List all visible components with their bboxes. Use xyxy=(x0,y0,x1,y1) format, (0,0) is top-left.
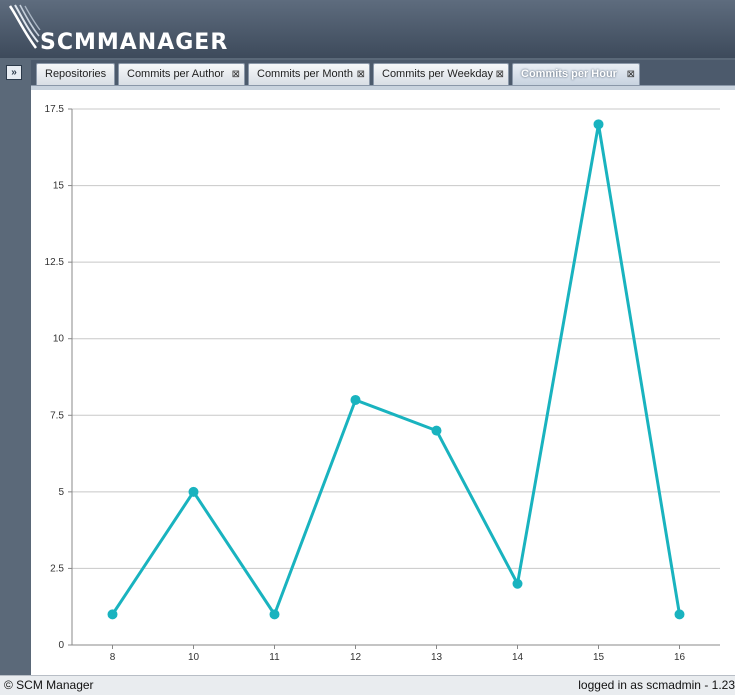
app-header: SCMMANAGER xyxy=(0,0,735,58)
x-tick-label: 14 xyxy=(512,652,524,663)
app-logo-text: SCMMANAGER xyxy=(40,30,229,55)
y-tick-label: 12.5 xyxy=(45,257,65,268)
data-point xyxy=(269,609,280,620)
data-point xyxy=(674,609,685,620)
y-tick-label: 7.5 xyxy=(50,410,64,421)
tab-label: Commits per Weekday xyxy=(382,68,494,80)
collapsed-west-panel xyxy=(0,58,30,675)
y-tick-label: 5 xyxy=(58,487,64,498)
y-tick-label: 15 xyxy=(53,181,65,192)
x-tick-label: 12 xyxy=(350,652,362,663)
tab-label: Commits per Author xyxy=(127,68,225,80)
tab-commits-per-weekday[interactable]: Commits per Weekday ⊠ xyxy=(373,63,509,85)
data-point xyxy=(188,486,199,497)
tab-label: Commits per Hour xyxy=(521,68,617,80)
scm-logo-icon xyxy=(8,4,41,49)
close-tab-icon[interactable]: ⊠ xyxy=(232,64,240,85)
y-tick-label: 17.5 xyxy=(45,104,65,115)
x-tick-label: 15 xyxy=(593,652,605,663)
copyright-text: © SCM Manager xyxy=(4,678,94,692)
close-tab-icon[interactable]: ⊠ xyxy=(496,64,504,85)
tab-commits-per-author[interactable]: Commits per Author ⊠ xyxy=(118,63,245,85)
expand-panel-button[interactable]: » xyxy=(6,65,22,80)
data-point xyxy=(512,578,523,589)
x-tick-label: 16 xyxy=(674,652,686,663)
x-tick-label: 8 xyxy=(110,652,116,663)
x-tick-label: 11 xyxy=(269,652,280,663)
close-tab-icon[interactable]: ⊠ xyxy=(627,64,635,85)
y-tick-label: 0 xyxy=(58,640,64,651)
x-tick-label: 13 xyxy=(431,652,443,663)
close-tab-icon[interactable]: ⊠ xyxy=(357,64,365,85)
tab-repositories[interactable]: Repositories xyxy=(36,63,115,85)
series-line xyxy=(111,122,681,616)
commits-per-hour-chart: 0 2.5 5 7.5 10 12.5 15 17.5 8 10 11 12 13 14 15 16 xyxy=(45,104,720,663)
status-bar: © SCM Manager logged in as scmadmin - 1.… xyxy=(0,675,735,695)
tab-commits-per-month[interactable]: Commits per Month ⊠ xyxy=(248,63,370,85)
double-chevron-right-icon: » xyxy=(11,66,17,78)
tab-label: Commits per Month xyxy=(257,68,353,80)
data-point xyxy=(107,609,118,620)
tab-commits-per-hour[interactable]: Commits per Hour ⊠ xyxy=(512,63,640,85)
data-point xyxy=(350,394,361,405)
data-point xyxy=(431,425,442,436)
y-tick-label: 2.5 xyxy=(50,563,64,574)
login-status-text: logged in as scmadmin - 1.23 xyxy=(578,678,735,692)
chart-panel: 0 2.5 5 7.5 10 12.5 15 17.5 8 10 11 12 13 14 15 16 xyxy=(31,90,735,675)
tab-strip: Repositories Commits per Author ⊠ Commit… xyxy=(31,60,735,86)
x-tick-label: 10 xyxy=(188,652,200,663)
y-tick-label: 10 xyxy=(53,334,65,345)
tab-label: Repositories xyxy=(45,68,107,80)
data-point xyxy=(593,119,604,130)
